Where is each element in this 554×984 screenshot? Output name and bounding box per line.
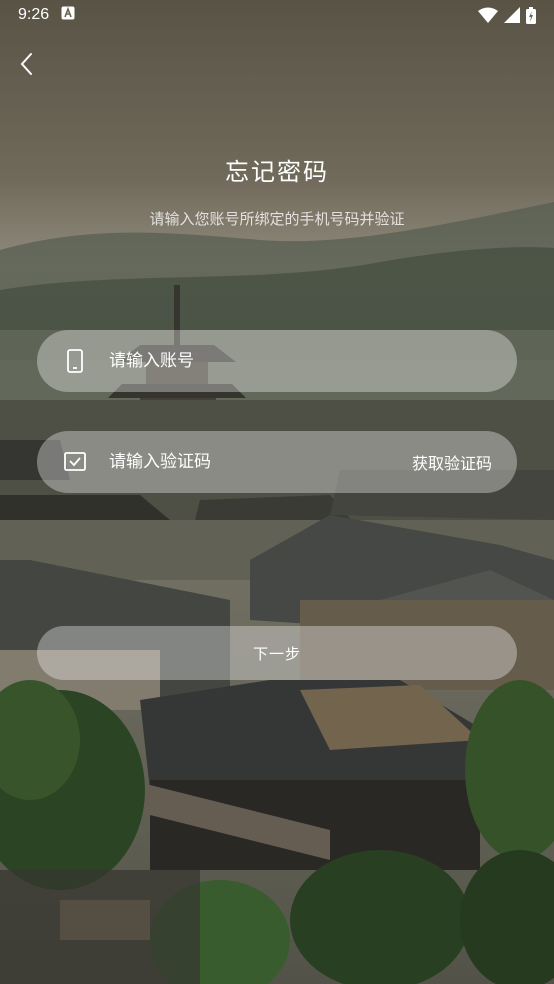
page-subtitle: 请输入您账号所绑定的手机号码并验证 bbox=[149, 210, 405, 228]
font-a-icon bbox=[61, 6, 75, 24]
phone-icon bbox=[63, 349, 87, 373]
account-input[interactable] bbox=[107, 329, 517, 393]
page-title: 忘记密码 bbox=[225, 158, 329, 186]
status-left: 9:26 bbox=[18, 6, 75, 24]
battery-charging-icon bbox=[526, 6, 536, 24]
status-time: 9:26 bbox=[18, 6, 50, 23]
next-button[interactable]: 下一步 bbox=[37, 626, 517, 680]
status-bar: 9:26 bbox=[0, 0, 554, 30]
cell-signal-icon bbox=[504, 7, 520, 23]
verification-code-field[interactable]: 获取验证码 bbox=[37, 430, 517, 494]
status-right bbox=[478, 6, 536, 24]
account-field[interactable] bbox=[37, 329, 517, 393]
verification-code-input[interactable] bbox=[107, 430, 412, 494]
back-button[interactable] bbox=[10, 50, 42, 82]
wifi-icon bbox=[478, 7, 498, 23]
get-code-button[interactable]: 获取验证码 bbox=[412, 450, 492, 474]
check-square-icon bbox=[63, 450, 87, 474]
chevron-left-icon bbox=[19, 52, 33, 80]
